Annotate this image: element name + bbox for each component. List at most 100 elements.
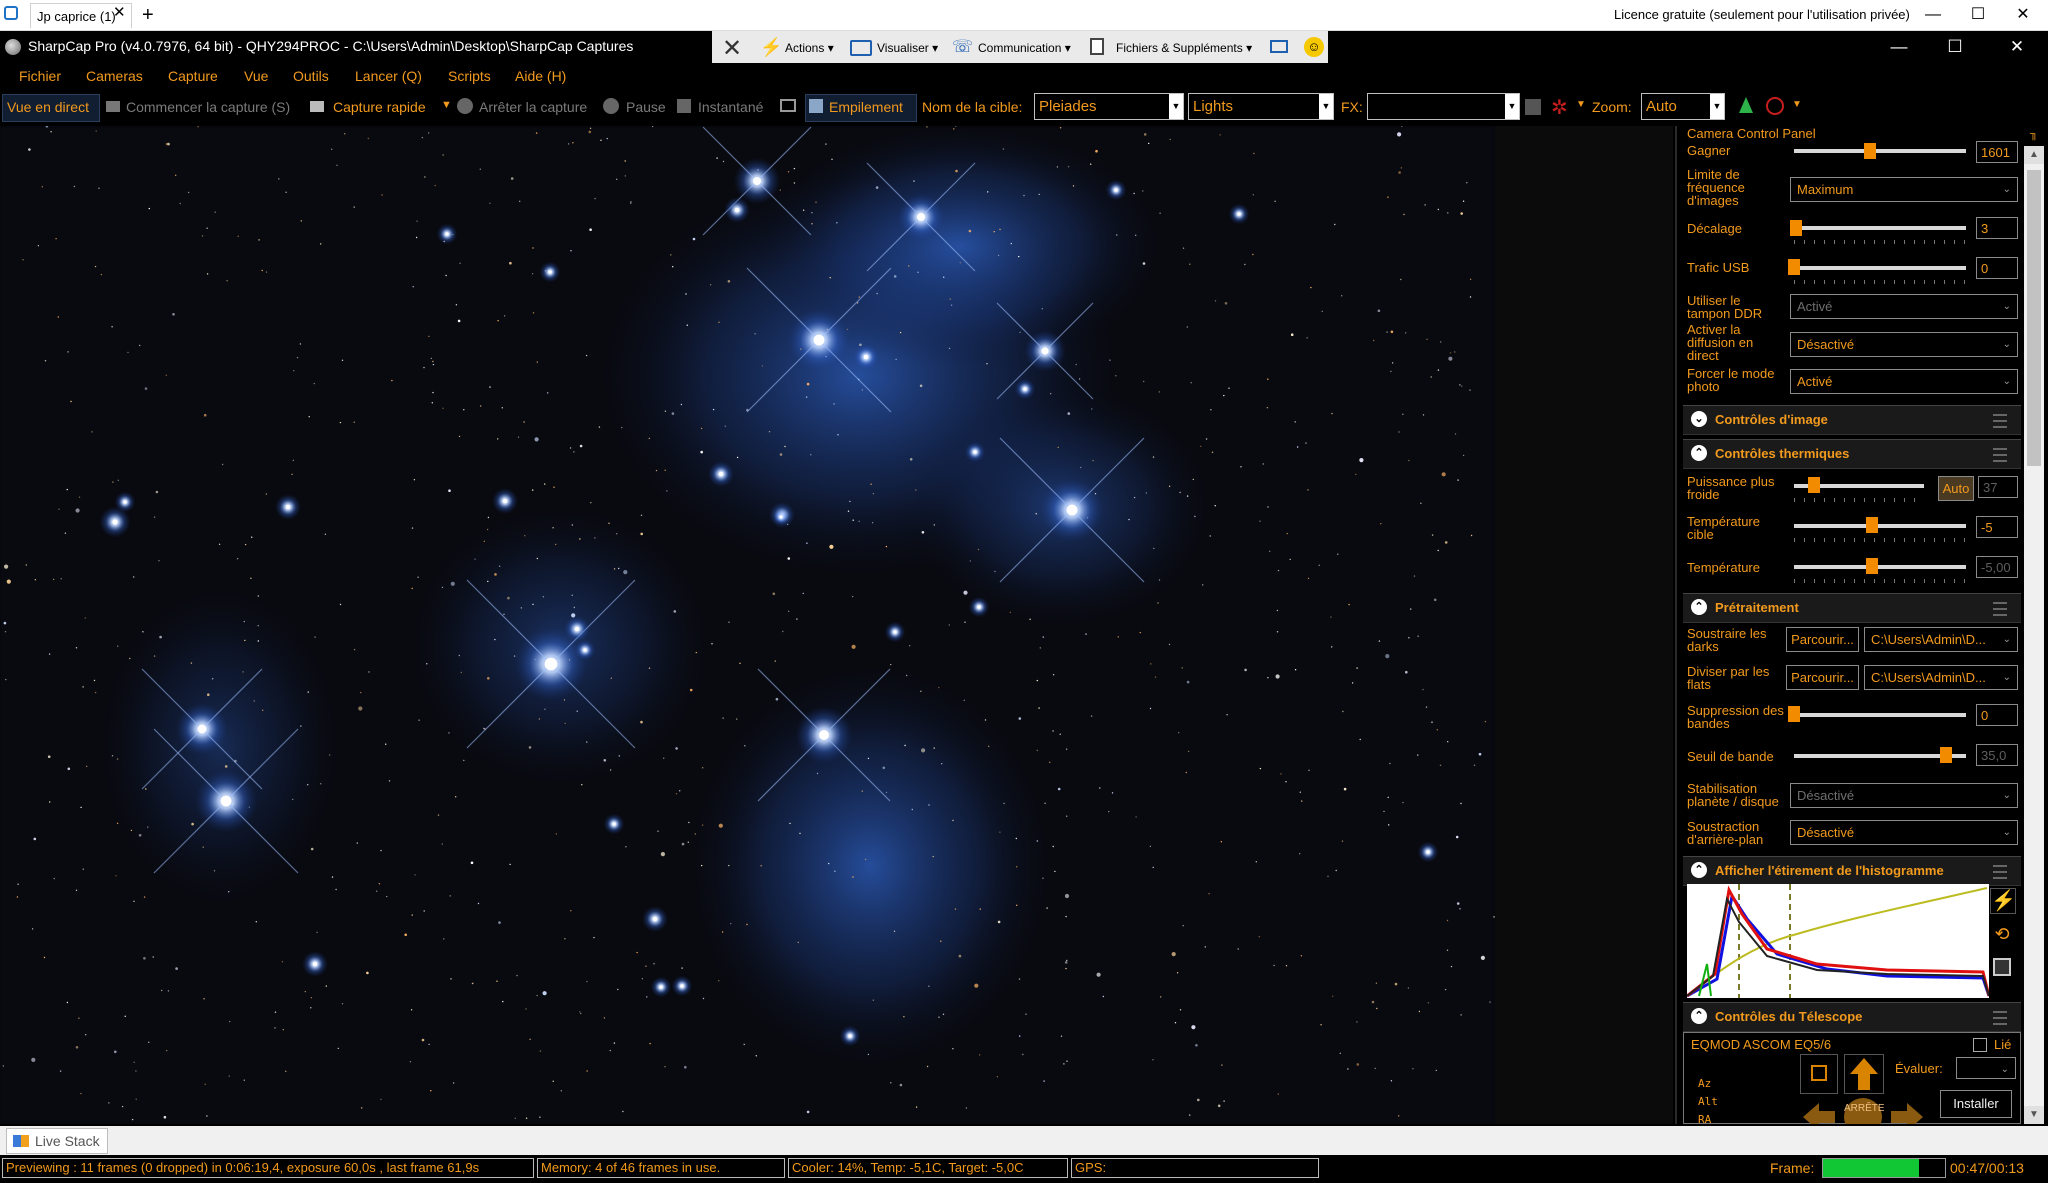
auto-stretch-icon[interactable]: ⚡ bbox=[1990, 888, 2016, 914]
band-threshold-slider-thumb[interactable] bbox=[1940, 747, 1952, 763]
fps-limit-select[interactable]: Maximum ⌄ bbox=[1790, 177, 2018, 202]
communication-menu[interactable]: Communication ▾ bbox=[978, 41, 1071, 55]
gain-slider-thumb[interactable] bbox=[1864, 143, 1876, 159]
files-menu[interactable]: Fichiers & Suppléments ▾ bbox=[1116, 41, 1252, 55]
app-close-button[interactable]: ✕ bbox=[1999, 35, 2035, 59]
remote-close-icon[interactable]: ✕ bbox=[722, 37, 742, 61]
flats-browse-button[interactable]: Parcourir... bbox=[1786, 665, 1859, 690]
band-threshold-value-input[interactable]: 35,0 bbox=[1976, 744, 2018, 766]
app-minimize-button[interactable]: — bbox=[1881, 35, 1917, 59]
cooler-power-value-input[interactable]: 37 bbox=[1978, 476, 2018, 498]
usb-traffic-slider-thumb[interactable] bbox=[1788, 259, 1800, 275]
app-restore-button[interactable]: ☐ bbox=[1937, 35, 1973, 59]
menu-icon[interactable] bbox=[1993, 414, 2007, 428]
ddr-buffer-select[interactable]: Activé ⌄ bbox=[1790, 294, 2018, 319]
live-stack-tab[interactable]: Live Stack bbox=[6, 1128, 108, 1154]
scroll-down-icon[interactable]: ▼ bbox=[2024, 1106, 2044, 1124]
quick-capture-button[interactable]: Capture rapide bbox=[333, 99, 426, 115]
section-image-controls[interactable]: ⌄ Contrôles d'image bbox=[1683, 405, 2021, 435]
flats-path-select[interactable]: C:\Users\Admin\D... ⌄ bbox=[1864, 665, 2018, 690]
frame-type-select[interactable]: Lights ▼ bbox=[1188, 93, 1334, 120]
usb-traffic-value-input[interactable]: 0 bbox=[1976, 257, 2018, 279]
move-east-button[interactable] bbox=[1888, 1098, 1926, 1124]
target-icon[interactable] bbox=[1766, 97, 1784, 115]
section-histogram-stretch[interactable]: ⌃ Afficher l'étirement de l'histogramme bbox=[1683, 856, 2021, 886]
reticle-icon[interactable] bbox=[1525, 99, 1541, 115]
screen-icon[interactable] bbox=[1270, 40, 1288, 53]
save-stretch-icon[interactable] bbox=[1993, 958, 2011, 976]
install-button[interactable]: Installer bbox=[1940, 1090, 2012, 1118]
camera-preview-image[interactable] bbox=[0, 126, 1495, 1124]
menu-file[interactable]: Fichier bbox=[19, 68, 61, 84]
target-temperature-value-input[interactable]: -5 bbox=[1976, 516, 2018, 538]
histogram-chart[interactable] bbox=[1687, 884, 1989, 998]
stop-mount-button[interactable]: ARRÊTE bbox=[1844, 1098, 1884, 1124]
menu-run[interactable]: Lancer (Q) bbox=[355, 68, 422, 84]
temperature-slider[interactable] bbox=[1794, 565, 1966, 569]
browser-minimize-button[interactable]: — bbox=[1915, 2, 1951, 28]
move-north-button[interactable] bbox=[1844, 1054, 1884, 1094]
planet-stabilization-select[interactable]: Désactivé ⌄ bbox=[1790, 783, 2018, 808]
offset-slider-thumb[interactable] bbox=[1790, 220, 1802, 236]
banding-suppression-slider-thumb[interactable] bbox=[1788, 706, 1800, 722]
menu-tools[interactable]: Outils bbox=[293, 68, 329, 84]
snapshot-button[interactable]: Instantané bbox=[698, 99, 763, 115]
photo-mode-select[interactable]: Activé ⌄ bbox=[1790, 369, 2018, 394]
crosshair-dropdown-icon[interactable]: ▼ bbox=[1576, 99, 1586, 110]
move-west-button[interactable] bbox=[1800, 1098, 1838, 1124]
cooler-auto-button[interactable]: Auto bbox=[1938, 476, 1974, 501]
menu-view[interactable]: Vue bbox=[244, 68, 268, 84]
smiley-icon[interactable]: ☺ bbox=[1304, 37, 1324, 57]
banding-suppression-slider[interactable] bbox=[1794, 713, 1966, 717]
gain-slider[interactable] bbox=[1794, 149, 1966, 153]
crosshair-icon[interactable]: ✲ bbox=[1551, 95, 1568, 120]
actions-menu[interactable]: Actions ▾ bbox=[785, 41, 834, 55]
pause-button[interactable]: Pause bbox=[626, 99, 666, 115]
target-name-input[interactable]: Pleiades ▼ bbox=[1034, 93, 1184, 120]
quick-capture-dropdown-icon[interactable]: ▼ bbox=[441, 99, 452, 111]
gain-value-input[interactable]: 1601 bbox=[1976, 141, 2018, 163]
browser-maximize-button[interactable]: ☐ bbox=[1960, 2, 1996, 28]
reset-stretch-icon[interactable]: ⟲ bbox=[1990, 922, 2014, 946]
target-temperature-slider-thumb[interactable] bbox=[1866, 517, 1878, 533]
stop-capture-button[interactable]: Arrêter la capture bbox=[479, 99, 587, 115]
goto-button[interactable] bbox=[1800, 1054, 1838, 1094]
live-streaming-select[interactable]: Désactivé ⌄ bbox=[1790, 332, 2018, 357]
offset-slider[interactable] bbox=[1794, 226, 1966, 230]
scroll-up-icon[interactable]: ▲ bbox=[2024, 146, 2044, 164]
target-dropdown-icon[interactable]: ▼ bbox=[1792, 99, 1802, 110]
section-preprocessing[interactable]: ⌃ Prétraitement bbox=[1683, 593, 2021, 623]
fx-select[interactable]: ▼ bbox=[1367, 93, 1520, 120]
linked-checkbox[interactable] bbox=[1973, 1038, 1987, 1052]
browser-close-button[interactable]: ✕ bbox=[2005, 2, 2041, 28]
banding-suppression-value-input[interactable]: 0 bbox=[1976, 704, 2018, 726]
background-subtraction-select[interactable]: Désactivé ⌄ bbox=[1790, 820, 2018, 845]
menu-icon[interactable] bbox=[1993, 602, 2007, 616]
usb-traffic-slider[interactable] bbox=[1794, 266, 1966, 270]
new-tab-button[interactable]: + bbox=[142, 3, 154, 27]
darks-path-select[interactable]: C:\Users\Admin\D... ⌄ bbox=[1864, 627, 2018, 652]
menu-help[interactable]: Aide (H) bbox=[515, 68, 566, 84]
zoom-select[interactable]: Auto ▼ bbox=[1641, 93, 1725, 120]
view-menu[interactable]: Visualiser ▾ bbox=[877, 41, 938, 55]
target-temperature-slider[interactable] bbox=[1794, 524, 1966, 528]
section-thermal-controls[interactable]: ⌃ Contrôles thermiques bbox=[1683, 439, 2021, 469]
start-capture-button[interactable]: Commencer la capture (S) bbox=[126, 99, 290, 115]
menu-capture[interactable]: Capture bbox=[168, 68, 218, 84]
chevron-down-icon: ▼ bbox=[1169, 94, 1183, 119]
tab-close-icon[interactable]: ✕ bbox=[113, 0, 127, 25]
rate-select[interactable]: ⌄ bbox=[1956, 1057, 2016, 1079]
menu-icon[interactable] bbox=[1993, 1011, 2007, 1025]
display-icon[interactable] bbox=[780, 99, 796, 112]
menu-icon[interactable] bbox=[1993, 448, 2007, 462]
menu-cameras[interactable]: Cameras bbox=[86, 68, 143, 84]
menu-icon[interactable] bbox=[1993, 865, 2007, 879]
darks-browse-button[interactable]: Parcourir... bbox=[1786, 627, 1859, 652]
offset-value-input[interactable]: 3 bbox=[1976, 217, 2018, 239]
panel-pin-icon[interactable]: ╖ bbox=[2030, 128, 2038, 140]
section-telescope-controls[interactable]: ⌃ Contrôles du Télescope bbox=[1683, 1002, 2021, 1032]
histogram-icon[interactable] bbox=[1739, 97, 1753, 113]
cooler-power-slider-thumb[interactable] bbox=[1808, 477, 1820, 493]
menu-scripts[interactable]: Scripts bbox=[448, 68, 491, 84]
scrollbar-thumb[interactable] bbox=[2027, 170, 2041, 466]
